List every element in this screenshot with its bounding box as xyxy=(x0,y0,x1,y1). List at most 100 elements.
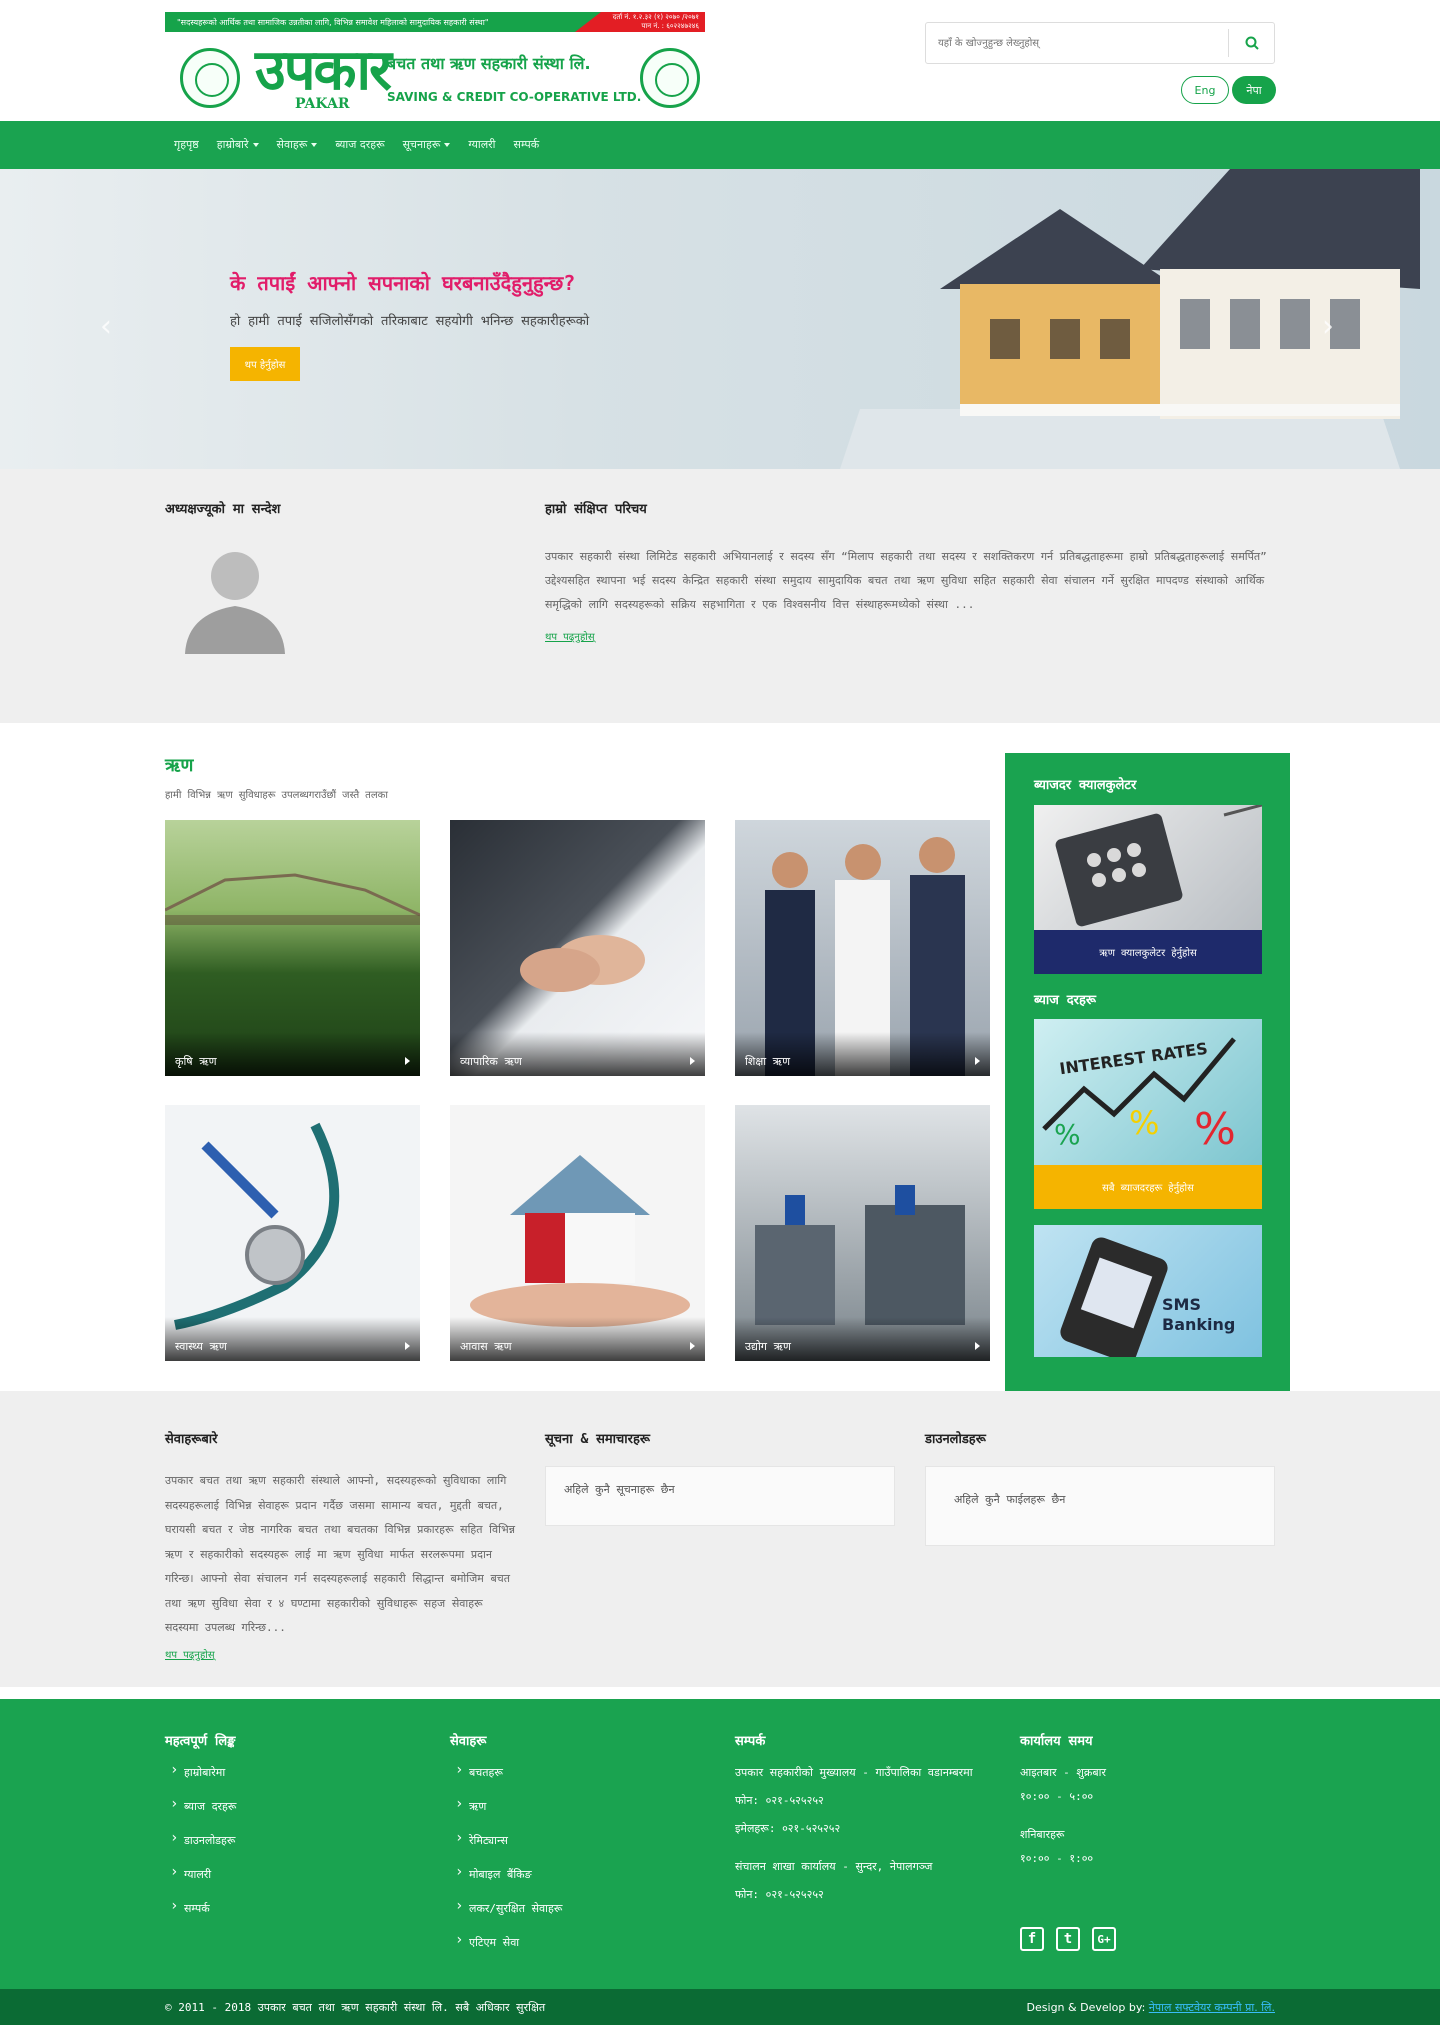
calculator-image xyxy=(1034,805,1262,930)
google-plus-icon[interactable]: G+ xyxy=(1092,1927,1116,1951)
rates-button[interactable]: सबै ब्याजदरहरू हेर्नुहोस xyxy=(1034,1165,1262,1209)
right-seal-icon xyxy=(640,48,700,108)
loans-title: ऋण xyxy=(165,755,194,776)
footer-link[interactable]: एटिएम सेवा xyxy=(455,1932,562,1969)
interest-rates-icon: INTEREST RATES%%% xyxy=(1042,1037,1236,1155)
logo-wordmark: उपकार xyxy=(255,37,392,103)
loan-tile-housing[interactable]: आवास ऋण xyxy=(450,1105,705,1361)
services-about-title: सेवाहरूबारे xyxy=(165,1432,218,1447)
nav-interest-rates[interactable]: ब्याज दरहरू xyxy=(326,121,393,169)
about-read-more-link[interactable]: थप पढ्नुहोस् xyxy=(545,629,595,643)
loan-tile-education[interactable]: शिक्षा ऋण xyxy=(735,820,990,1076)
nav-contact[interactable]: सम्पर्क xyxy=(505,121,549,169)
search-button[interactable] xyxy=(1228,29,1274,57)
chairman-avatar xyxy=(185,552,285,654)
hero-more-button[interactable]: थप हेर्नुहोस xyxy=(230,347,300,381)
logo[interactable]: "सदस्यहरूको आर्थिक तथा सामाजिक उन्नतीका … xyxy=(165,12,705,112)
main-nav: गृहपृष्ठ हाम्रोबारे सेवाहरू ब्याज दरहरू … xyxy=(0,121,1440,169)
loans-section: ऋण हामी विभिन्न ऋण सुविधाहरू उपलब्धगराउँ… xyxy=(0,723,1440,1391)
logo-english: SAVING & CREDIT CO-OPERATIVE LTD. xyxy=(387,90,642,104)
logo-slogan: "सदस्यहरूको आर्थिक तथा सामाजिक उन्नतीका … xyxy=(177,18,489,27)
hero-text: हो हामी तपाई सजिलोसँगको तरिकाबाट सहयोगी … xyxy=(230,314,590,329)
lang-nepali-button[interactable]: नेपा xyxy=(1232,76,1276,104)
nav-home[interactable]: गृहपृष्ठ xyxy=(165,121,208,169)
site-footer: महत्वपूर्ण लिङ्क हाम्रोबारेमा ब्याज दरहर… xyxy=(0,1699,1440,1989)
downloads-box: अहिले कुनै फाईलहरू छैन xyxy=(925,1466,1275,1546)
footer-link[interactable]: मोबाइल बैंकिङ xyxy=(455,1864,562,1901)
search-box xyxy=(925,22,1275,64)
interest-rates-image: INTEREST RATES%%% xyxy=(1034,1019,1262,1166)
nav-notices[interactable]: सूचनाहरू xyxy=(394,121,460,169)
hours-line: १०:०० - ५:०० xyxy=(1020,1790,1094,1803)
footer-link[interactable]: रेमिट्यान्स xyxy=(455,1830,562,1867)
loan-tile-label: उद्योग ऋण xyxy=(735,1317,990,1361)
rates-title: ब्याज दरहरू xyxy=(1034,993,1096,1008)
footer-link[interactable]: ग्यालरी xyxy=(170,1864,236,1901)
footer-link[interactable]: ऋण xyxy=(455,1796,562,1833)
contact-line: उपकार सहकारीको मुख्यालय - गाउँपालिका वडा… xyxy=(735,1766,973,1779)
notices-box: अहिले कुनै सूचनाहरू छैन xyxy=(545,1466,895,1526)
hours-line: आइतबार - शुक्रबार xyxy=(1020,1766,1106,1779)
site-header: "सदस्यहरूको आर्थिक तथा सामाजिक उन्नतीका … xyxy=(0,0,1440,121)
house-image xyxy=(840,169,1420,469)
footer-link[interactable]: ब्याज दरहरू xyxy=(170,1796,236,1833)
about-title: हाम्रो संक्षिप्त परिचय xyxy=(545,502,647,517)
notices-title: सूचना & समाचारहरू xyxy=(545,1432,650,1447)
caret-down-icon xyxy=(311,143,318,147)
nav-gallery[interactable]: ग्यालरी xyxy=(459,121,504,169)
loan-tile-label: व्यापारिक ऋण xyxy=(450,1032,705,1076)
search-input[interactable] xyxy=(926,23,1216,63)
about-section: अध्यक्षज्यूको मा सन्देश हाम्रो संक्षिप्त… xyxy=(0,469,1440,723)
twitter-icon[interactable]: t xyxy=(1056,1927,1080,1951)
footer-link[interactable]: हाम्रोबारेमा xyxy=(170,1762,236,1799)
nav-services[interactable]: सेवाहरू xyxy=(268,121,327,169)
contact-line: संचालन शाखा कार्यालय - सुन्दर, नेपालगञ्ज xyxy=(735,1860,933,1873)
loan-tile-industry[interactable]: उद्योग ऋण xyxy=(735,1105,990,1361)
footer-hours-title: कार्यालय समय xyxy=(1020,1734,1093,1749)
hours-line: शनिबारहरू xyxy=(1020,1828,1065,1841)
sidebar-widgets: ब्याजदर क्यालकुलेटर ऋण क्यालकुलेटर हेर्न… xyxy=(1005,753,1290,1391)
svg-text:%: % xyxy=(1194,1104,1236,1155)
loan-tile-agriculture[interactable]: कृषि ऋण xyxy=(165,820,420,1076)
loan-tile-label: कृषि ऋण xyxy=(165,1032,420,1076)
contact-line: इमेलहरू: ०२१-५२५२५२ xyxy=(735,1822,841,1835)
caret-down-icon xyxy=(444,143,451,147)
footer-link[interactable]: सम्पर्क xyxy=(170,1898,236,1935)
footer-quick-links: हाम्रोबारेमा ब्याज दरहरू डाउनलोडहरू ग्या… xyxy=(170,1762,236,1935)
loan-tile-business[interactable]: व्यापारिक ऋण xyxy=(450,820,705,1076)
sms-banking-banner[interactable]: SMS Banking xyxy=(1034,1225,1262,1357)
credit-link[interactable]: नेपाल सफ्टवेयर कम्पनी प्रा. लि. xyxy=(1149,2001,1275,2014)
svg-text:%: % xyxy=(1129,1104,1159,1142)
slider-prev-icon[interactable]: ‹ xyxy=(100,309,112,344)
footer-services-title: सेवाहरू xyxy=(450,1734,487,1749)
left-seal-icon xyxy=(180,48,240,108)
mobile-phone-icon xyxy=(1060,1237,1168,1357)
copyright-bar: © 2011 - 2018 उपकार बचत तथा ऋण सहकारी सं… xyxy=(0,1989,1440,2025)
chairman-message-title: अध्यक्षज्यूको मा सन्देश xyxy=(165,502,281,517)
sms-banking-text: SMS Banking xyxy=(1162,1295,1236,1334)
notices-empty-text: अहिले कुनै सूचनाहरू छैन xyxy=(564,1483,675,1496)
nav-about[interactable]: हाम्रोबारे xyxy=(208,121,268,169)
slider-next-icon[interactable]: › xyxy=(1322,309,1334,344)
loan-tile-label: शिक्षा ऋण xyxy=(735,1032,990,1076)
footer-quick-links-title: महत्वपूर्ण लिङ्क xyxy=(165,1734,236,1749)
copyright-text: © 2011 - 2018 उपकार बचत तथा ऋण सहकारी सं… xyxy=(165,2001,546,2014)
downloads-title: डाउनलोडहरू xyxy=(925,1432,986,1447)
hero-title: के तपाईं आफ्नो सपनाको घरबनाउँदैहुनुहुन्छ… xyxy=(230,271,576,295)
services-read-more-link[interactable]: थप पढ्नुहोस् xyxy=(165,1647,215,1661)
footer-link[interactable]: बचतहरू xyxy=(455,1762,562,1799)
footer-link[interactable]: लकर/सुरक्षित सेवाहरू xyxy=(455,1898,562,1935)
calculator-button[interactable]: ऋण क्यालकुलेटर हेर्नुहोस xyxy=(1034,930,1262,974)
caret-down-icon xyxy=(252,143,259,147)
facebook-icon[interactable]: f xyxy=(1020,1927,1044,1951)
logo-banner: "सदस्यहरूको आर्थिक तथा सामाजिक उन्नतीका … xyxy=(165,12,705,32)
loan-tile-label: आवास ऋण xyxy=(450,1317,705,1361)
footer-link[interactable]: डाउनलोडहरू xyxy=(170,1830,236,1867)
lang-english-button[interactable]: Eng xyxy=(1181,76,1229,104)
logo-subtitle: बचत तथा ऋण सहकारी संस्था लि. xyxy=(387,54,591,73)
calculator-title: ब्याजदर क्यालकुलेटर xyxy=(1034,778,1137,793)
separator xyxy=(0,1687,1440,1699)
calculator-icon xyxy=(1055,805,1262,927)
hero-slider: ‹ › के तपाईं आफ्नो सपनाको घरबनाउँदैहुनुह… xyxy=(0,169,1440,469)
loan-tile-health[interactable]: स्वास्थ्य ऋण xyxy=(165,1105,420,1361)
